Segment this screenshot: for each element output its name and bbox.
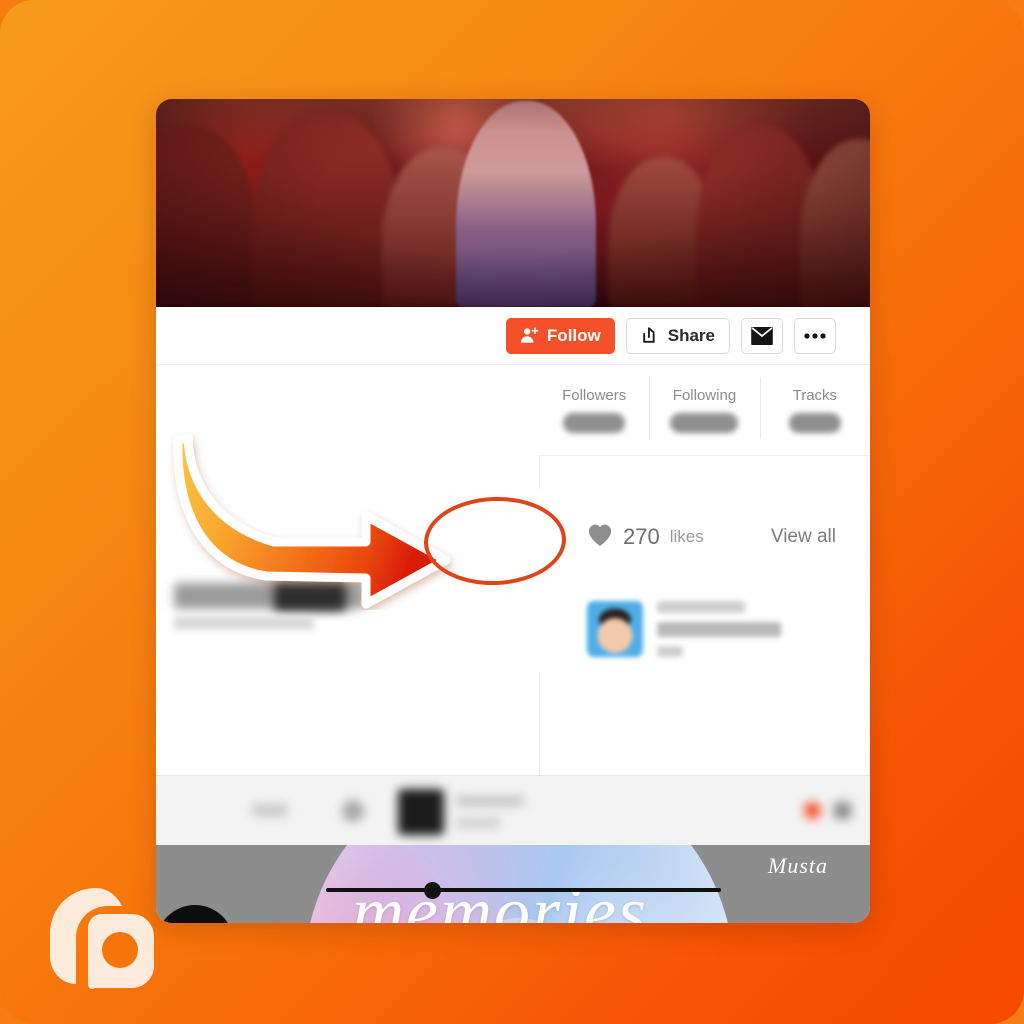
stat-tracks[interactable]: Tracks bbox=[759, 365, 870, 439]
view-all-link[interactable]: View all bbox=[771, 526, 836, 548]
mini-player-strip bbox=[156, 775, 870, 845]
blurred-control bbox=[804, 802, 821, 819]
follow-button[interactable]: Follow bbox=[505, 317, 615, 354]
heart-filled-icon bbox=[587, 523, 613, 552]
follow-button-label: Follow bbox=[546, 325, 601, 345]
blurred-text-line bbox=[174, 617, 314, 629]
profile-banner-image bbox=[156, 99, 870, 307]
blurred-control bbox=[834, 802, 851, 819]
likes-counter[interactable]: 270 likes bbox=[587, 523, 704, 552]
share-icon bbox=[641, 326, 660, 345]
player-controls bbox=[156, 905, 870, 923]
music-player: memories Musta bbox=[156, 845, 870, 923]
likes-row: 270 likes View all bbox=[539, 489, 870, 585]
likes-label: likes bbox=[669, 527, 704, 546]
blurred-text-line bbox=[657, 601, 745, 613]
stat-label: Following bbox=[672, 387, 737, 404]
envelope-icon bbox=[751, 326, 773, 345]
blurred-control bbox=[252, 804, 288, 816]
blurred-thumbnail bbox=[398, 789, 444, 835]
stat-value-blurred bbox=[563, 413, 626, 433]
progress-bar[interactable] bbox=[326, 881, 721, 899]
stat-followers[interactable]: Followers bbox=[539, 365, 649, 433]
pointer-arrow bbox=[173, 433, 451, 609]
profile-action-bar: Follow Share bbox=[156, 307, 870, 365]
pause-button[interactable] bbox=[156, 905, 234, 923]
avatar[interactable] bbox=[587, 601, 643, 657]
orange-backdrop: Follow Share Followers Following Tracks … bbox=[0, 0, 1024, 1024]
stat-value-blurred bbox=[788, 413, 841, 433]
share-button-label: Share bbox=[667, 325, 715, 345]
likes-count: 270 bbox=[623, 524, 660, 549]
comment-row bbox=[539, 585, 870, 673]
brand-logo bbox=[50, 888, 154, 989]
album-art-artist: Musta bbox=[768, 853, 828, 878]
blurred-control bbox=[342, 800, 364, 822]
blurred-text-line bbox=[657, 622, 781, 637]
blurred-text-line bbox=[657, 646, 683, 657]
blurred-text-line bbox=[456, 796, 524, 806]
stat-label: Followers bbox=[562, 387, 627, 404]
progress-handle[interactable] bbox=[424, 881, 442, 899]
stats-divider bbox=[539, 455, 870, 456]
share-button[interactable]: Share bbox=[625, 317, 730, 354]
more-options-button[interactable] bbox=[794, 317, 836, 354]
blurred-text-line bbox=[456, 818, 500, 828]
user-plus-icon bbox=[520, 326, 539, 345]
banner-vignette bbox=[156, 99, 870, 307]
stat-value-blurred bbox=[670, 413, 739, 433]
message-button[interactable] bbox=[741, 317, 783, 354]
comment-text-block bbox=[657, 601, 781, 657]
profile-stats: Followers Following Tracks bbox=[539, 365, 870, 455]
stat-following[interactable]: Following bbox=[649, 365, 759, 439]
stat-label: Tracks bbox=[792, 387, 838, 404]
ellipsis-icon bbox=[804, 332, 826, 340]
